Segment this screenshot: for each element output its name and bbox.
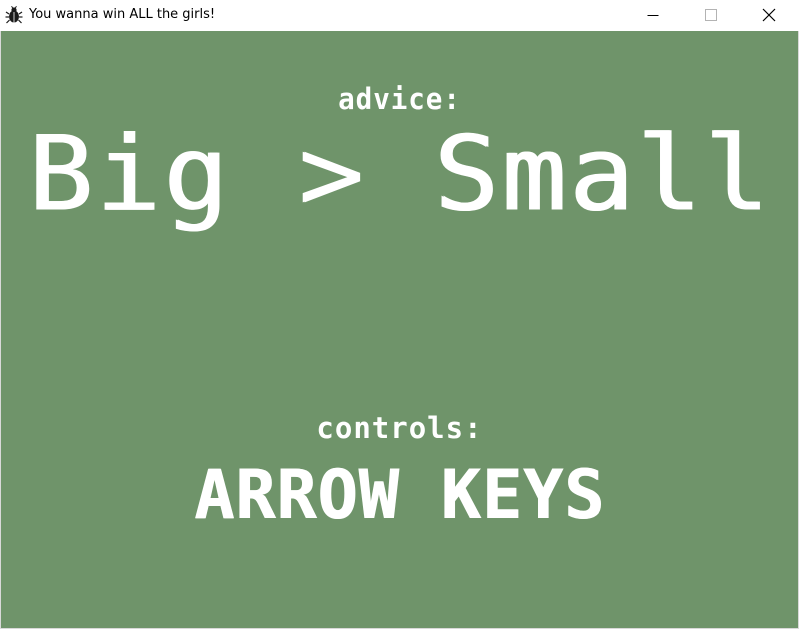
close-icon: [762, 8, 776, 22]
minimize-button[interactable]: [630, 0, 676, 30]
window-border-left: [0, 31, 1, 629]
game-window: You wanna win ALL the girls! advice: Big…: [0, 0, 799, 629]
window-title: You wanna win ALL the girls!: [29, 7, 216, 22]
controls-text: ARROW KEYS: [193, 456, 606, 535]
bug-icon: [5, 5, 23, 24]
maximize-button[interactable]: [688, 0, 734, 30]
advice-label: advice:: [338, 82, 461, 116]
maximize-icon: [705, 9, 717, 21]
minimize-icon: [647, 9, 659, 21]
controls-label: controls:: [316, 411, 483, 445]
close-button[interactable]: [746, 0, 792, 30]
game-canvas[interactable]: advice: Big > Small controls: ARROW KEYS: [1, 31, 798, 628]
title-bar[interactable]: You wanna win ALL the girls!: [0, 0, 799, 31]
advice-text: Big > Small: [27, 114, 772, 235]
